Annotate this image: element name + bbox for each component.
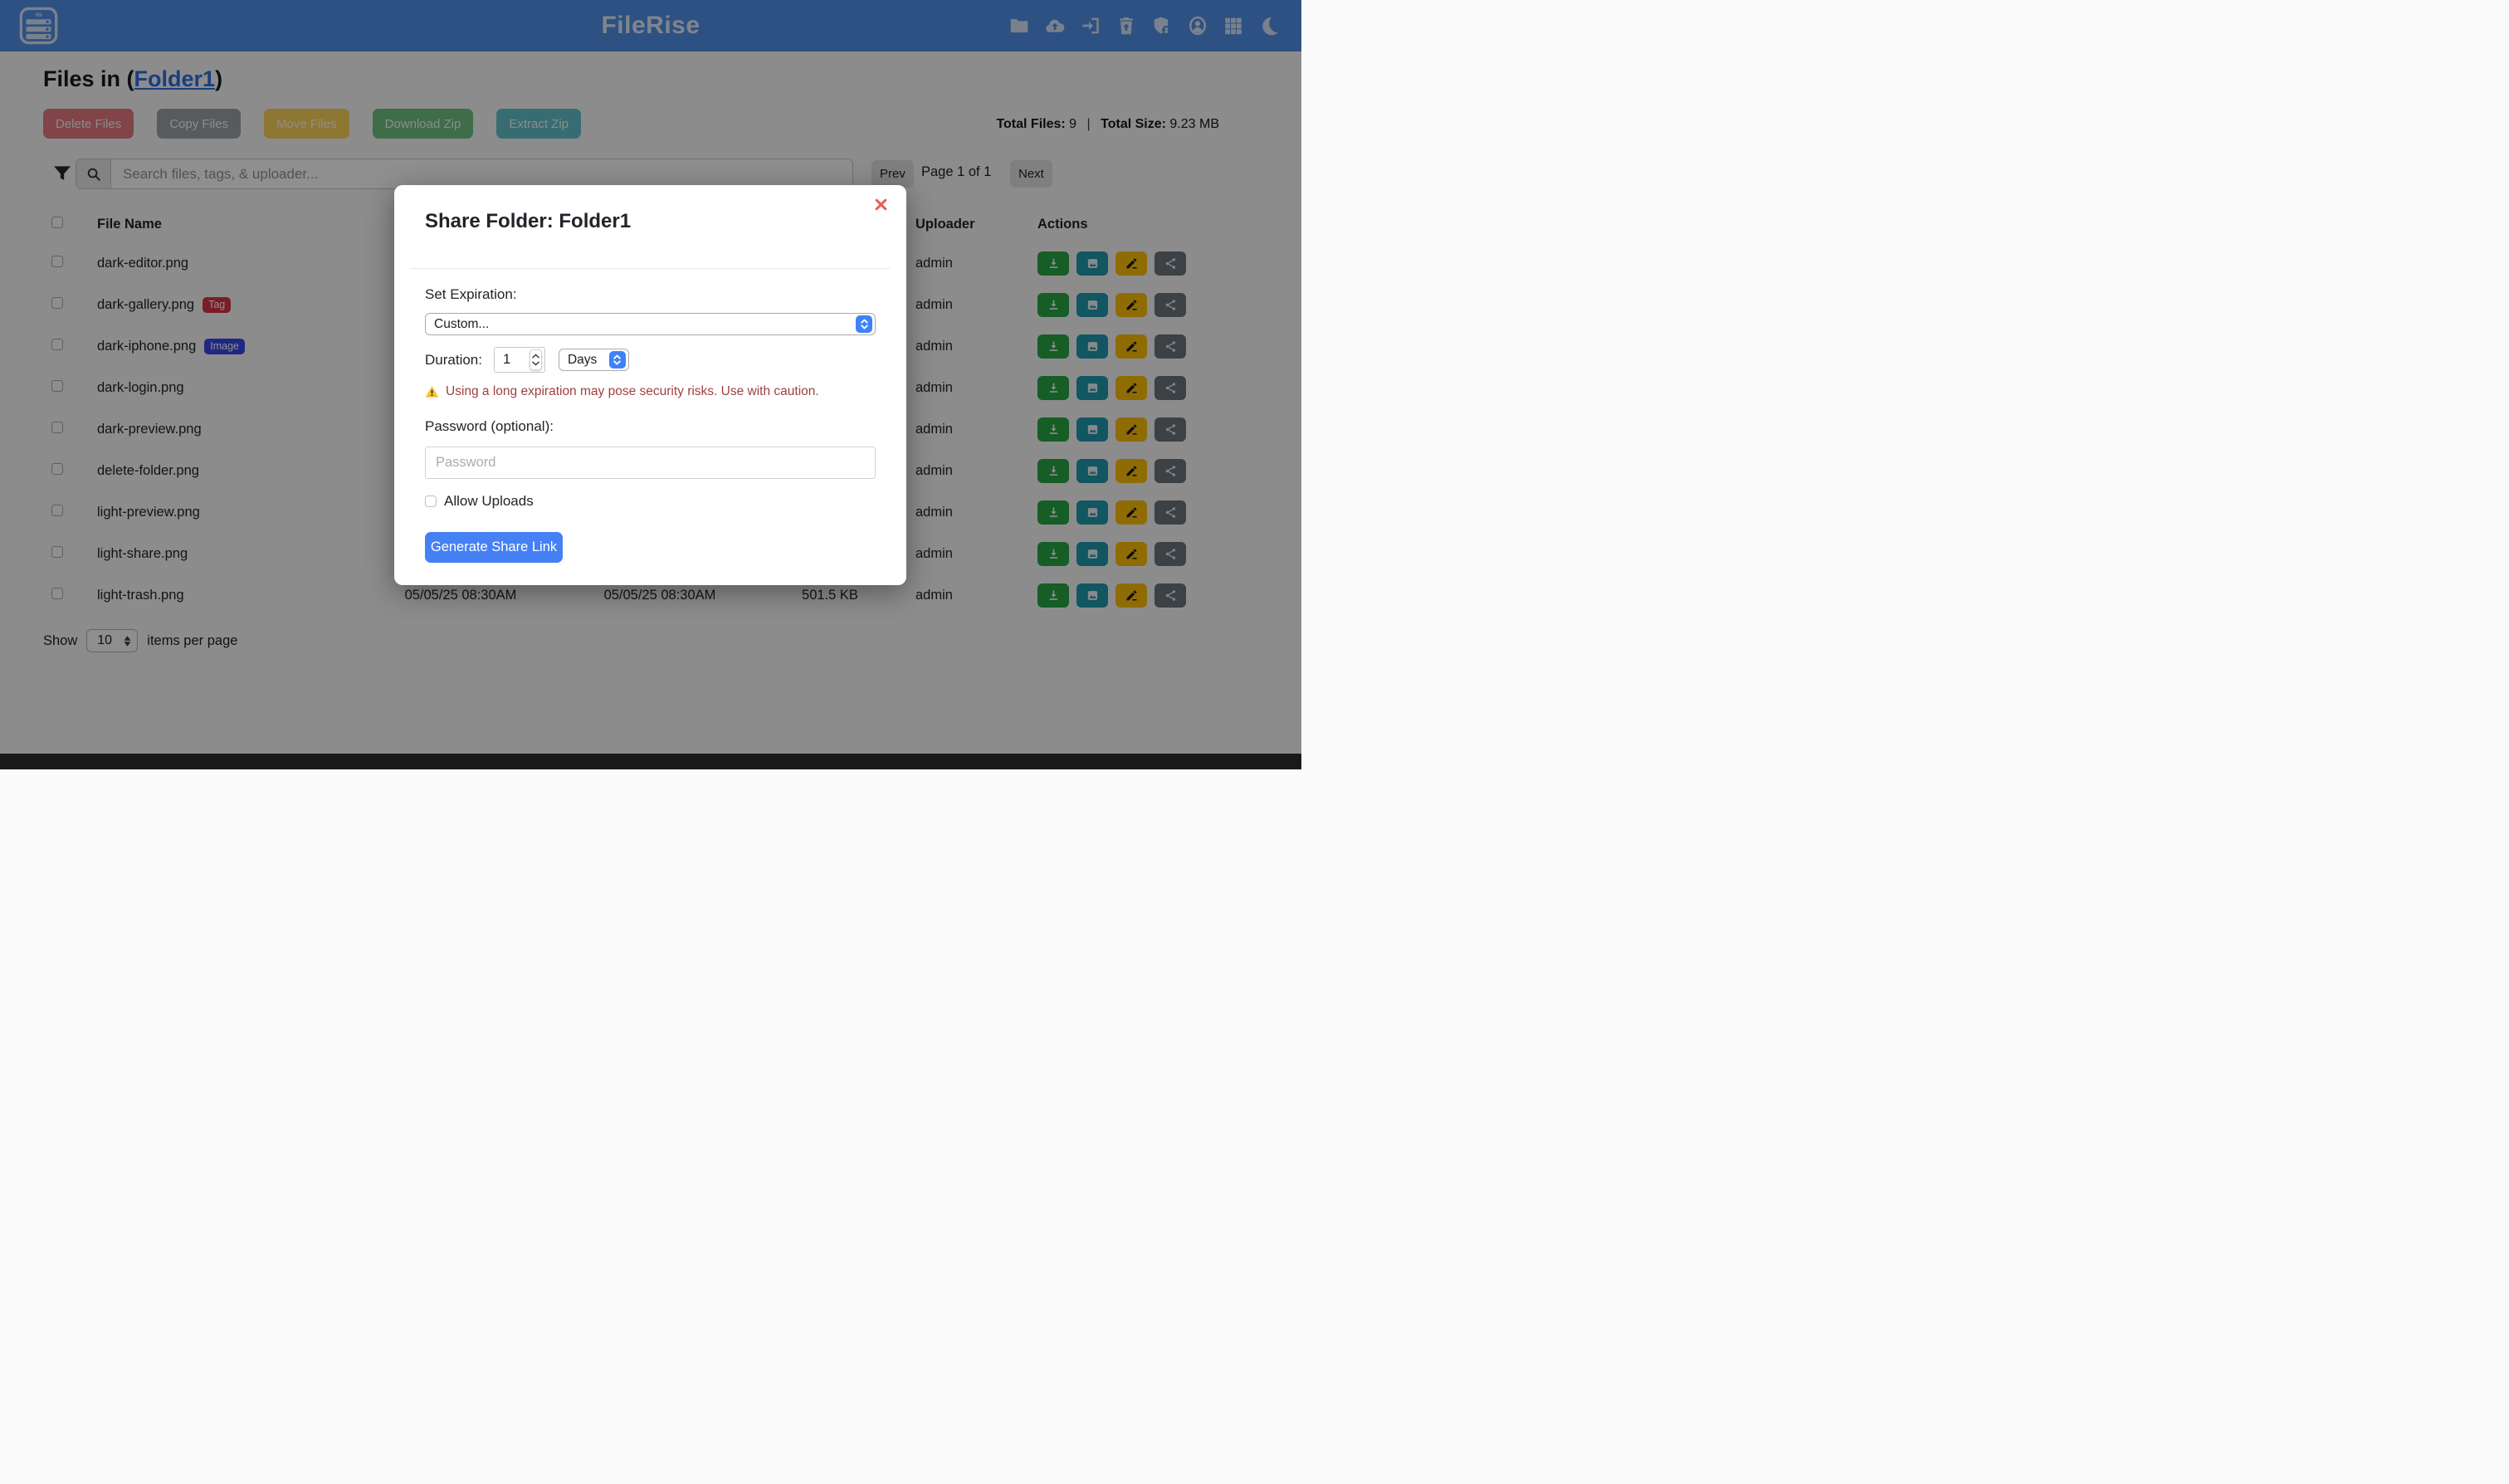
select-stepper-icon [609, 351, 626, 369]
password-field[interactable] [425, 447, 876, 479]
duration-input-wrap [494, 347, 545, 373]
duration-row: Duration: Days [425, 347, 876, 373]
close-icon[interactable] [874, 198, 888, 212]
expiration-label: Set Expiration: [425, 286, 876, 303]
expiration-select[interactable]: Custom... [425, 313, 876, 335]
warning-triangle-icon [425, 385, 439, 398]
allow-uploads-checkbox[interactable] [425, 495, 437, 507]
number-stepper-icon[interactable] [530, 349, 542, 370]
duration-unit-select[interactable]: Days [559, 349, 629, 371]
password-label: Password (optional): [425, 418, 876, 435]
modal-title: Share Folder: Folder1 [425, 210, 876, 233]
warning-row: Using a long expiration may pose securit… [425, 384, 876, 399]
warning-text: Using a long expiration may pose securit… [446, 384, 819, 399]
share-folder-modal: Share Folder: Folder1 Set Expiration: Cu… [394, 185, 906, 585]
select-stepper-icon [856, 315, 872, 333]
allow-uploads-label: Allow Uploads [444, 493, 534, 510]
duration-unit-value: Days [568, 353, 597, 368]
allow-uploads-row: Allow Uploads [425, 493, 876, 510]
duration-label: Duration: [425, 352, 482, 369]
expiration-value: Custom... [434, 317, 489, 332]
generate-share-link-button[interactable]: Generate Share Link [425, 532, 563, 563]
